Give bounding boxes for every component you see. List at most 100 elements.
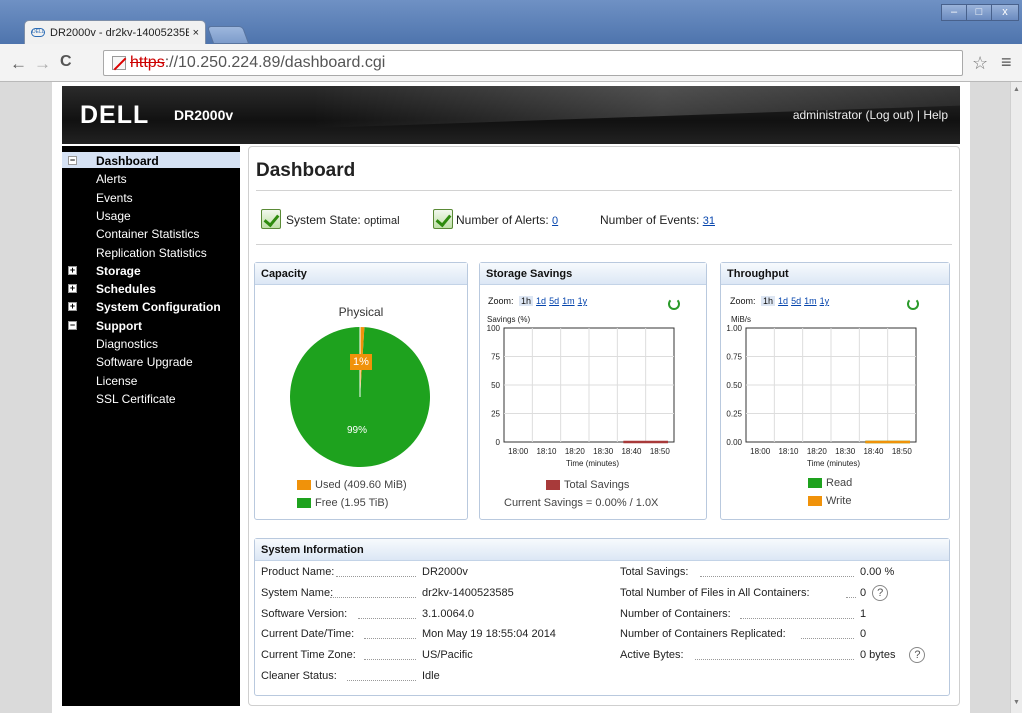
- sysinfo-label: Current Time Zone:: [261, 649, 356, 662]
- sidebar-item-storage[interactable]: Storage: [96, 264, 141, 278]
- sysinfo-label: Number of Containers:: [620, 607, 731, 620]
- product-name: DR2000v: [174, 107, 234, 123]
- zoom-option-1m[interactable]: 1m: [804, 296, 817, 306]
- expand-icon[interactable]: +: [68, 302, 77, 312]
- reload-icon[interactable]: C: [60, 53, 72, 71]
- zoom-option-1d[interactable]: 1d: [778, 296, 788, 306]
- sidebar-item-schedules[interactable]: Schedules: [96, 282, 156, 296]
- legend-free: Free (1.95 TiB): [297, 495, 388, 509]
- sysinfo-label: Total Savings:: [620, 566, 689, 578]
- new-tab-button[interactable]: [206, 26, 250, 44]
- sidebar-item-usage[interactable]: Usage: [96, 209, 131, 223]
- sidebar-item-alerts[interactable]: Alerts: [96, 172, 127, 186]
- sidebar-item-support[interactable]: Support: [96, 319, 142, 333]
- address-bar[interactable]: https ://10.250.224.89/dashboard.cgi: [103, 50, 963, 76]
- expand-icon[interactable]: +: [68, 284, 77, 294]
- sysinfo-value: Mon May 19 18:55:04 2014: [422, 628, 556, 641]
- sidebar-item-software-upgrade[interactable]: Software Upgrade: [96, 355, 193, 369]
- app-banner: DELL DR2000v administrator (Log out) | H…: [62, 86, 960, 144]
- browser-tab[interactable]: DELL DR2000v - dr2kv-14005235E ×: [24, 20, 206, 44]
- legend-write-text: Write: [826, 495, 852, 507]
- check-icon: [261, 209, 281, 229]
- leader-dots: [700, 576, 854, 577]
- forward-arrow-icon[interactable]: →: [34, 54, 51, 74]
- events-link[interactable]: 31: [703, 215, 715, 227]
- collapse-icon[interactable]: −: [68, 320, 77, 330]
- alerts-label: Number of Alerts:: [456, 213, 549, 227]
- sysinfo-title: System Information: [255, 539, 949, 561]
- leader-dots: [363, 659, 416, 661]
- zoom-option-1y[interactable]: 1y: [578, 296, 588, 306]
- url-text: ://10.250.224.89/dashboard.cgi: [164, 54, 386, 71]
- current-savings: Current Savings = 0.00% / 1.0X: [504, 497, 659, 509]
- sidebar-item-diagnostics[interactable]: Diagnostics: [96, 337, 158, 351]
- system-state: System State: optimal: [286, 213, 400, 227]
- zoom-option-1y[interactable]: 1y: [820, 296, 830, 306]
- throughput-xtick: 18:00: [750, 447, 771, 456]
- refresh-icon[interactable]: [668, 298, 680, 310]
- sidebar-item-label: Schedules: [96, 282, 157, 297]
- scrollbar[interactable]: ▲ ▼: [1010, 82, 1022, 713]
- zoom-option-1m[interactable]: 1m: [562, 296, 575, 306]
- sidebar-item-system-configuration[interactable]: System Configuration: [96, 300, 221, 314]
- savings-ytick: 100: [487, 324, 501, 333]
- sysinfo-label: Software Version:: [261, 607, 348, 620]
- expand-icon[interactable]: +: [68, 265, 77, 275]
- sidebar-item-label: Dashboard: [96, 154, 159, 168]
- events-label: Number of Events:: [600, 213, 700, 227]
- sidebar-item-label: Support: [96, 318, 142, 333]
- throughput-title: Throughput: [721, 263, 949, 285]
- maximize-button[interactable]: □: [966, 4, 992, 21]
- savings-ytick: 25: [491, 410, 500, 419]
- savings-xlabel: Time (minutes): [566, 459, 620, 468]
- sidebar-item-events[interactable]: Events: [96, 191, 133, 205]
- sidebar-item-dashboard[interactable]: Dashboard: [96, 154, 159, 168]
- zoom-label: Zoom:: [488, 296, 514, 306]
- sysinfo-value: 1: [860, 607, 867, 620]
- legend-free-swatch: [297, 497, 311, 508]
- sysinfo-label: System Name:: [261, 586, 334, 599]
- menu-icon[interactable]: ≡: [1001, 52, 1012, 73]
- collapse-icon[interactable]: −: [68, 156, 77, 165]
- alerts-link[interactable]: 0: [552, 215, 558, 227]
- capacity-subtitle: Physical: [338, 305, 384, 319]
- tab-close-icon[interactable]: ×: [193, 27, 199, 39]
- leader-dots: [846, 596, 856, 598]
- legend-used: Used (409.60 MiB): [297, 477, 407, 491]
- zoom-option-5d[interactable]: 5d: [791, 296, 801, 306]
- savings-xtick: 18:50: [650, 447, 671, 456]
- zoom-option-5d[interactable]: 5d: [549, 296, 559, 306]
- refresh-icon[interactable]: [907, 298, 919, 310]
- sidebar-item-label: Events: [96, 190, 133, 205]
- sysinfo-value: 0 bytes: [860, 649, 896, 662]
- throughput-ytick: 0.50: [726, 381, 742, 390]
- legend-read-text: Read: [826, 477, 853, 489]
- minimize-button[interactable]: –: [941, 4, 967, 21]
- close-window-button[interactable]: x: [991, 4, 1019, 21]
- throughput-xtick: 18:10: [778, 447, 799, 456]
- legend-used-swatch: [297, 479, 311, 490]
- leader-dots: [739, 617, 854, 619]
- leader-dots: [358, 617, 416, 619]
- back-arrow-icon[interactable]: ←: [10, 54, 27, 74]
- zoom-option-1d[interactable]: 1d: [536, 296, 546, 306]
- alerts-count: Number of Alerts: 0: [456, 213, 558, 227]
- savings-chart: 0 25 50 75 100 18:00 18:10 18:20 18:30 18:40 18:50: [487, 324, 675, 456]
- sidebar-item-label: Usage: [96, 208, 131, 223]
- sidebar-item-label: SSL Certificate: [96, 391, 176, 406]
- user-links[interactable]: administrator (Log out) | Help: [793, 108, 948, 122]
- sidebar-item-replication-statistics[interactable]: Replication Statistics: [96, 246, 207, 260]
- zoom-option-1h[interactable]: 1h: [761, 296, 776, 306]
- sysinfo-label: Total Number of Files in All Containers:: [620, 586, 810, 599]
- url-scheme: https: [130, 54, 165, 71]
- sidebar-item-container-statistics[interactable]: Container Statistics: [96, 227, 199, 241]
- help-icon[interactable]: ?: [872, 584, 889, 601]
- sidebar-item-ssl-certificate[interactable]: SSL Certificate: [96, 392, 176, 406]
- bookmark-star-icon[interactable]: ☆: [972, 53, 988, 74]
- zoom-option-1h[interactable]: 1h: [519, 296, 534, 306]
- sysinfo-value: 0: [860, 586, 867, 599]
- sysinfo-value: 0: [860, 628, 867, 641]
- page-title: Dashboard: [256, 160, 356, 181]
- throughput-ytick: 0.25: [726, 410, 742, 419]
- sidebar-item-license[interactable]: License: [96, 374, 137, 388]
